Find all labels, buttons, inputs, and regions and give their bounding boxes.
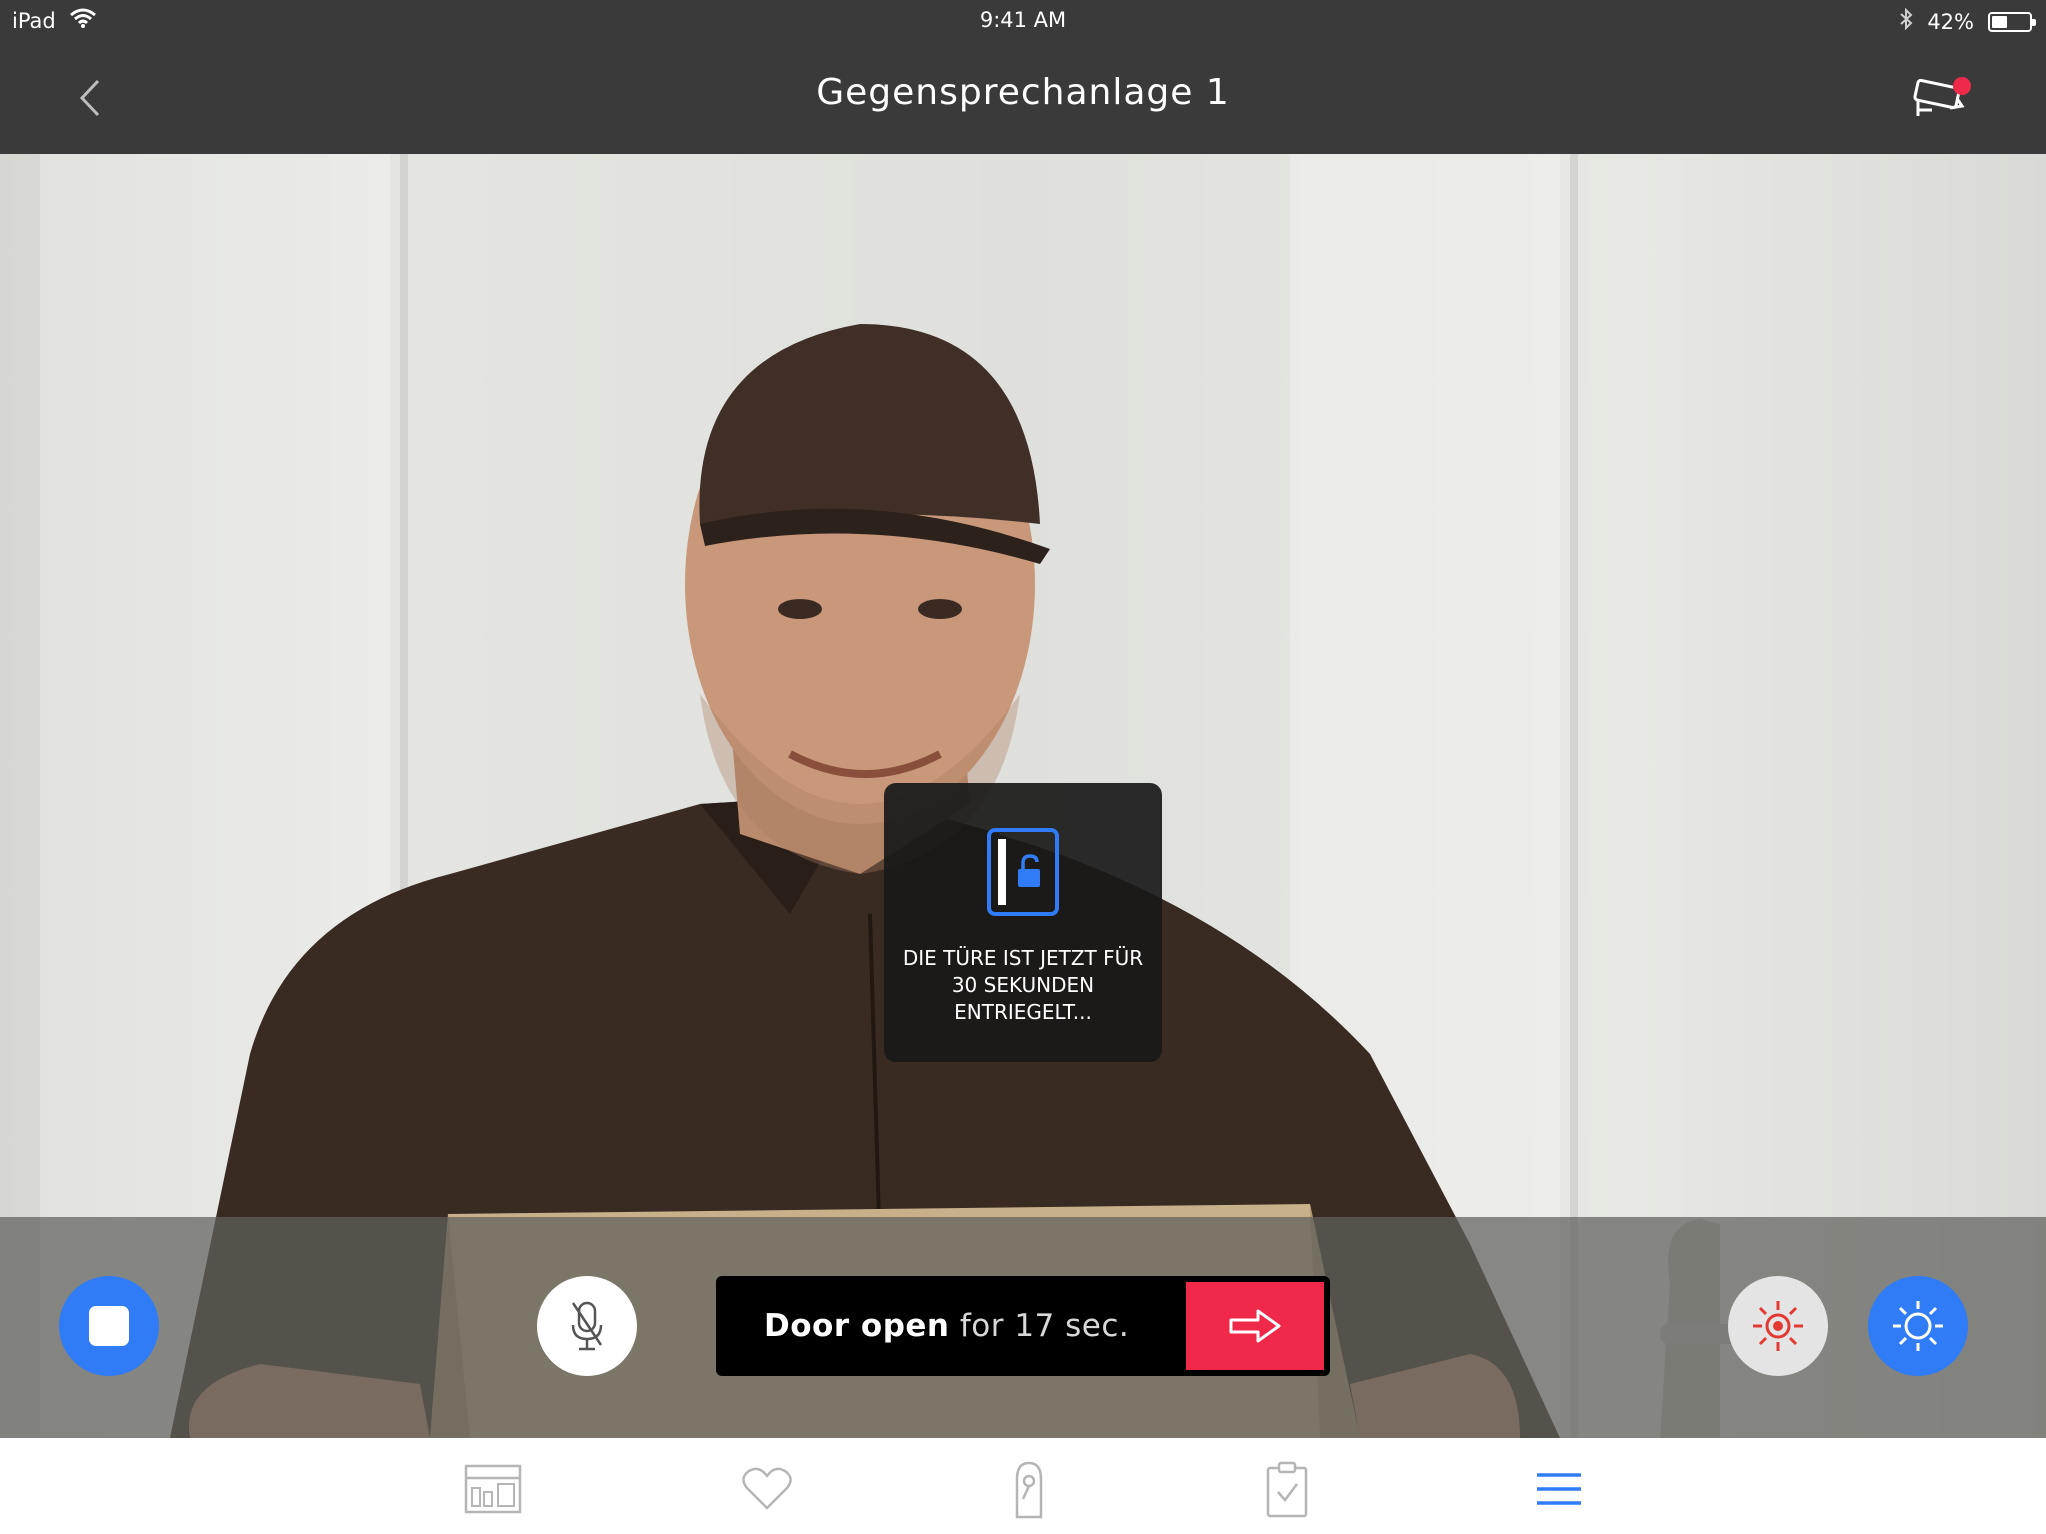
- security-camera-icon: [1913, 77, 1971, 116]
- heart-icon: [742, 1467, 792, 1510]
- clipboard-check-icon: [1266, 1461, 1308, 1518]
- light-icon: [1753, 1301, 1803, 1351]
- tab-dashboard[interactable]: [458, 1456, 528, 1522]
- door-open-countdown: for 17 sec.: [949, 1308, 1130, 1344]
- tab-doors[interactable]: [994, 1456, 1064, 1522]
- door-handle-icon: [1015, 1461, 1043, 1519]
- page-title: Gegensprechanlage 1: [816, 72, 1230, 113]
- light-button[interactable]: [1728, 1276, 1828, 1376]
- tab-menu[interactable]: [1524, 1456, 1594, 1522]
- toast-line-2: 30 SEKUNDEN: [951, 973, 1095, 997]
- toast-line-3: ENTRIEGELT...: [954, 1000, 1092, 1024]
- brightness-icon: [1893, 1301, 1943, 1351]
- tab-bar: [0, 1438, 2046, 1534]
- door-unlocked-toast: DIE TÜRE IST JETZT FÜR 30 SEKUNDEN ENTRI…: [884, 783, 1162, 1062]
- camera-button[interactable]: [1910, 70, 1980, 126]
- brightness-button[interactable]: [1868, 1276, 1968, 1376]
- door-open-text: Door open for 17 sec.: [764, 1308, 1129, 1344]
- status-bar: iPad 9:41 AM 42%: [0, 0, 2046, 42]
- dashboard-icon: [464, 1464, 522, 1514]
- call-controls: Door open for 17 sec.: [0, 1217, 2046, 1438]
- door-open-label: Door open: [764, 1308, 950, 1344]
- status-bar-right: 42%: [1899, 7, 2036, 35]
- stop-icon: [89, 1306, 129, 1346]
- bluetooth-icon: [1899, 7, 1913, 35]
- microphone-button[interactable]: [537, 1276, 637, 1376]
- tab-favorites[interactable]: [732, 1456, 802, 1522]
- toast-line-1: DIE TÜRE IST JETZT FÜR: [902, 946, 1144, 970]
- status-time: 9:41 AM: [979, 8, 1067, 32]
- open-door-button[interactable]: [1186, 1282, 1324, 1370]
- door-open-status: Door open for 17 sec.: [716, 1276, 1330, 1376]
- stop-button[interactable]: [59, 1276, 159, 1376]
- toast-message: DIE TÜRE IST JETZT FÜR 30 SEKUNDEN ENTRI…: [898, 945, 1148, 1026]
- arrow-right-icon: [1229, 1309, 1281, 1343]
- navigation-bar: Gegensprechanlage 1: [0, 42, 2046, 154]
- microphone-muted-icon: [571, 1301, 603, 1351]
- battery-level: [1992, 15, 2007, 28]
- door-unlocked-icon: [987, 828, 1059, 916]
- battery-percent: 42%: [1927, 9, 1974, 34]
- tab-tasks[interactable]: [1252, 1456, 1322, 1522]
- battery-icon: [1988, 11, 2036, 32]
- menu-icon: [1537, 1473, 1581, 1505]
